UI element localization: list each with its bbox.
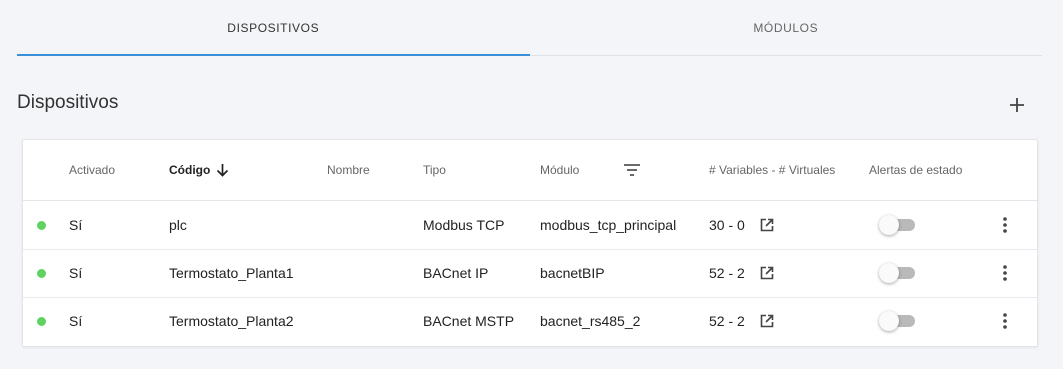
cell-variables: 52 - 2 — [709, 313, 745, 329]
tab-dispositivos[interactable]: DISPOSITIVOS — [17, 0, 530, 56]
tab-modulos[interactable]: MÓDULOS — [530, 0, 1043, 55]
alert-toggle[interactable] — [879, 215, 917, 235]
cell-codigo: Termostato_Planta1 — [169, 265, 294, 281]
row-menu-button[interactable] — [995, 201, 1015, 249]
open-in-new-icon — [760, 266, 774, 280]
filter-button[interactable] — [619, 140, 645, 200]
cell-tipo: BACnet IP — [423, 265, 489, 281]
cell-tipo: BACnet MSTP — [423, 313, 515, 329]
more-vert-icon — [1003, 313, 1007, 329]
toggle-knob — [879, 311, 899, 331]
cell-codigo: Termostato_Planta2 — [169, 313, 294, 329]
cell-codigo: plc — [169, 217, 187, 233]
header-codigo-label: Código — [169, 163, 211, 177]
page-title: Dispositivos — [17, 92, 119, 113]
header-nombre[interactable]: Nombre — [327, 140, 370, 200]
alert-toggle[interactable] — [879, 263, 917, 283]
status-dot — [37, 269, 46, 278]
header-activado[interactable]: Activado — [69, 140, 115, 200]
open-variables-button[interactable] — [757, 201, 777, 249]
cell-activado: Sí — [69, 217, 83, 233]
toggle-knob — [879, 263, 899, 283]
row-menu-button[interactable] — [995, 297, 1015, 345]
header-codigo[interactable]: Código — [169, 140, 229, 200]
cell-activado: Sí — [69, 313, 83, 329]
cell-tipo: Modbus TCP — [423, 217, 505, 233]
header-tipo[interactable]: Tipo — [423, 140, 446, 200]
add-device-button[interactable] — [1003, 91, 1031, 119]
cell-activado: Sí — [69, 265, 83, 281]
table-row[interactable]: Sí Termostato_Planta1 BACnet IP bacnetBI… — [23, 249, 1037, 298]
cell-modulo: modbus_tcp_principal — [540, 217, 677, 233]
plus-icon — [1010, 98, 1024, 112]
table-row[interactable]: Sí Termostato_Planta2 BACnet MSTP bacnet… — [23, 297, 1037, 345]
table-row[interactable]: Sí plc Modbus TCP modbus_tcp_principal 3… — [23, 201, 1037, 250]
cell-variables: 30 - 0 — [709, 217, 745, 233]
row-menu-button[interactable] — [995, 249, 1015, 297]
devices-table: Activado Código Nombre Tipo Módulo # Var… — [22, 139, 1038, 347]
filter-icon — [624, 164, 640, 176]
header-modulo[interactable]: Módulo — [540, 140, 579, 200]
more-vert-icon — [1003, 217, 1007, 233]
tab-bar: DISPOSITIVOS MÓDULOS — [17, 0, 1042, 56]
open-variables-button[interactable] — [757, 249, 777, 297]
header-variables[interactable]: # Variables - # Virtuales — [709, 140, 835, 200]
open-in-new-icon — [760, 218, 774, 232]
cell-modulo: bacnet_rs485_2 — [540, 313, 641, 329]
cell-modulo: bacnetBIP — [540, 265, 605, 281]
arrow-down-icon — [217, 164, 229, 177]
status-dot — [37, 317, 46, 326]
alert-toggle[interactable] — [879, 311, 917, 331]
open-variables-button[interactable] — [757, 297, 777, 345]
cell-variables: 52 - 2 — [709, 265, 745, 281]
table-header: Activado Código Nombre Tipo Módulo # Var… — [23, 140, 1037, 201]
header-alertas[interactable]: Alertas de estado — [869, 140, 962, 200]
toggle-knob — [879, 215, 899, 235]
status-dot — [37, 221, 46, 230]
open-in-new-icon — [760, 314, 774, 328]
more-vert-icon — [1003, 265, 1007, 281]
